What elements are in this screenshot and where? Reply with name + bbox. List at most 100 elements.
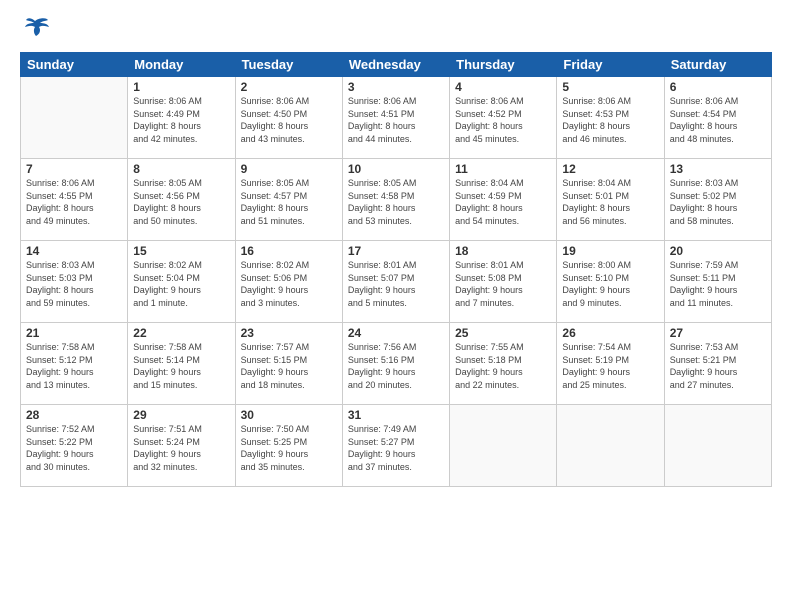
calendar-cell: 8Sunrise: 8:05 AM Sunset: 4:56 PM Daylig… — [128, 159, 235, 241]
day-number: 16 — [241, 244, 337, 258]
weekday-header: Wednesday — [342, 53, 449, 77]
calendar-cell: 7Sunrise: 8:06 AM Sunset: 4:55 PM Daylig… — [21, 159, 128, 241]
day-info: Sunrise: 8:02 AM Sunset: 5:04 PM Dayligh… — [133, 259, 229, 309]
day-info: Sunrise: 7:58 AM Sunset: 5:12 PM Dayligh… — [26, 341, 122, 391]
day-info: Sunrise: 8:04 AM Sunset: 4:59 PM Dayligh… — [455, 177, 551, 227]
day-number: 25 — [455, 326, 551, 340]
day-info: Sunrise: 8:05 AM Sunset: 4:58 PM Dayligh… — [348, 177, 444, 227]
day-info: Sunrise: 8:06 AM Sunset: 4:49 PM Dayligh… — [133, 95, 229, 145]
calendar-cell — [450, 405, 557, 487]
day-info: Sunrise: 8:06 AM Sunset: 4:51 PM Dayligh… — [348, 95, 444, 145]
calendar-cell — [557, 405, 664, 487]
day-number: 4 — [455, 80, 551, 94]
calendar-cell: 26Sunrise: 7:54 AM Sunset: 5:19 PM Dayli… — [557, 323, 664, 405]
day-info: Sunrise: 8:05 AM Sunset: 4:57 PM Dayligh… — [241, 177, 337, 227]
day-info: Sunrise: 8:01 AM Sunset: 5:08 PM Dayligh… — [455, 259, 551, 309]
day-number: 28 — [26, 408, 122, 422]
logo-icon — [20, 16, 50, 44]
day-info: Sunrise: 8:00 AM Sunset: 5:10 PM Dayligh… — [562, 259, 658, 309]
day-number: 10 — [348, 162, 444, 176]
day-number: 26 — [562, 326, 658, 340]
calendar-cell: 2Sunrise: 8:06 AM Sunset: 4:50 PM Daylig… — [235, 77, 342, 159]
day-info: Sunrise: 7:49 AM Sunset: 5:27 PM Dayligh… — [348, 423, 444, 473]
calendar-cell: 29Sunrise: 7:51 AM Sunset: 5:24 PM Dayli… — [128, 405, 235, 487]
day-number: 1 — [133, 80, 229, 94]
calendar-cell: 22Sunrise: 7:58 AM Sunset: 5:14 PM Dayli… — [128, 323, 235, 405]
calendar-cell: 24Sunrise: 7:56 AM Sunset: 5:16 PM Dayli… — [342, 323, 449, 405]
day-number: 8 — [133, 162, 229, 176]
calendar-cell: 21Sunrise: 7:58 AM Sunset: 5:12 PM Dayli… — [21, 323, 128, 405]
calendar-cell: 13Sunrise: 8:03 AM Sunset: 5:02 PM Dayli… — [664, 159, 771, 241]
calendar-cell: 16Sunrise: 8:02 AM Sunset: 5:06 PM Dayli… — [235, 241, 342, 323]
day-info: Sunrise: 8:06 AM Sunset: 4:53 PM Dayligh… — [562, 95, 658, 145]
calendar-cell: 27Sunrise: 7:53 AM Sunset: 5:21 PM Dayli… — [664, 323, 771, 405]
day-number: 7 — [26, 162, 122, 176]
day-number: 20 — [670, 244, 766, 258]
day-info: Sunrise: 7:56 AM Sunset: 5:16 PM Dayligh… — [348, 341, 444, 391]
calendar-cell: 30Sunrise: 7:50 AM Sunset: 5:25 PM Dayli… — [235, 405, 342, 487]
day-info: Sunrise: 8:03 AM Sunset: 5:03 PM Dayligh… — [26, 259, 122, 309]
weekday-header: Sunday — [21, 53, 128, 77]
weekday-header: Thursday — [450, 53, 557, 77]
calendar-cell: 12Sunrise: 8:04 AM Sunset: 5:01 PM Dayli… — [557, 159, 664, 241]
day-number: 2 — [241, 80, 337, 94]
day-number: 19 — [562, 244, 658, 258]
day-info: Sunrise: 8:06 AM Sunset: 4:55 PM Dayligh… — [26, 177, 122, 227]
calendar-cell: 25Sunrise: 7:55 AM Sunset: 5:18 PM Dayli… — [450, 323, 557, 405]
day-number: 24 — [348, 326, 444, 340]
calendar-cell: 14Sunrise: 8:03 AM Sunset: 5:03 PM Dayli… — [21, 241, 128, 323]
day-info: Sunrise: 7:52 AM Sunset: 5:22 PM Dayligh… — [26, 423, 122, 473]
calendar-cell: 4Sunrise: 8:06 AM Sunset: 4:52 PM Daylig… — [450, 77, 557, 159]
day-number: 6 — [670, 80, 766, 94]
day-number: 22 — [133, 326, 229, 340]
day-info: Sunrise: 7:58 AM Sunset: 5:14 PM Dayligh… — [133, 341, 229, 391]
weekday-header: Friday — [557, 53, 664, 77]
day-info: Sunrise: 8:06 AM Sunset: 4:50 PM Dayligh… — [241, 95, 337, 145]
day-info: Sunrise: 7:51 AM Sunset: 5:24 PM Dayligh… — [133, 423, 229, 473]
calendar-cell: 10Sunrise: 8:05 AM Sunset: 4:58 PM Dayli… — [342, 159, 449, 241]
day-number: 17 — [348, 244, 444, 258]
calendar-cell — [21, 77, 128, 159]
weekday-header: Saturday — [664, 53, 771, 77]
calendar-cell: 11Sunrise: 8:04 AM Sunset: 4:59 PM Dayli… — [450, 159, 557, 241]
calendar-cell: 28Sunrise: 7:52 AM Sunset: 5:22 PM Dayli… — [21, 405, 128, 487]
weekday-header: Tuesday — [235, 53, 342, 77]
day-number: 11 — [455, 162, 551, 176]
day-number: 13 — [670, 162, 766, 176]
day-info: Sunrise: 7:57 AM Sunset: 5:15 PM Dayligh… — [241, 341, 337, 391]
day-number: 3 — [348, 80, 444, 94]
day-info: Sunrise: 8:03 AM Sunset: 5:02 PM Dayligh… — [670, 177, 766, 227]
day-number: 29 — [133, 408, 229, 422]
day-number: 14 — [26, 244, 122, 258]
day-info: Sunrise: 8:06 AM Sunset: 4:52 PM Dayligh… — [455, 95, 551, 145]
calendar-cell: 5Sunrise: 8:06 AM Sunset: 4:53 PM Daylig… — [557, 77, 664, 159]
calendar-cell: 15Sunrise: 8:02 AM Sunset: 5:04 PM Dayli… — [128, 241, 235, 323]
day-number: 31 — [348, 408, 444, 422]
day-info: Sunrise: 7:50 AM Sunset: 5:25 PM Dayligh… — [241, 423, 337, 473]
day-info: Sunrise: 7:55 AM Sunset: 5:18 PM Dayligh… — [455, 341, 551, 391]
calendar-cell: 19Sunrise: 8:00 AM Sunset: 5:10 PM Dayli… — [557, 241, 664, 323]
calendar-cell: 6Sunrise: 8:06 AM Sunset: 4:54 PM Daylig… — [664, 77, 771, 159]
day-number: 30 — [241, 408, 337, 422]
day-info: Sunrise: 7:54 AM Sunset: 5:19 PM Dayligh… — [562, 341, 658, 391]
calendar-cell: 31Sunrise: 7:49 AM Sunset: 5:27 PM Dayli… — [342, 405, 449, 487]
weekday-header: Monday — [128, 53, 235, 77]
calendar-cell: 23Sunrise: 7:57 AM Sunset: 5:15 PM Dayli… — [235, 323, 342, 405]
day-info: Sunrise: 8:06 AM Sunset: 4:54 PM Dayligh… — [670, 95, 766, 145]
day-number: 12 — [562, 162, 658, 176]
day-number: 18 — [455, 244, 551, 258]
day-info: Sunrise: 7:59 AM Sunset: 5:11 PM Dayligh… — [670, 259, 766, 309]
calendar-cell: 20Sunrise: 7:59 AM Sunset: 5:11 PM Dayli… — [664, 241, 771, 323]
day-number: 21 — [26, 326, 122, 340]
calendar-cell: 9Sunrise: 8:05 AM Sunset: 4:57 PM Daylig… — [235, 159, 342, 241]
calendar-cell: 17Sunrise: 8:01 AM Sunset: 5:07 PM Dayli… — [342, 241, 449, 323]
calendar-cell: 3Sunrise: 8:06 AM Sunset: 4:51 PM Daylig… — [342, 77, 449, 159]
day-info: Sunrise: 7:53 AM Sunset: 5:21 PM Dayligh… — [670, 341, 766, 391]
day-number: 15 — [133, 244, 229, 258]
calendar-table: SundayMondayTuesdayWednesdayThursdayFrid… — [20, 52, 772, 487]
day-info: Sunrise: 8:05 AM Sunset: 4:56 PM Dayligh… — [133, 177, 229, 227]
day-info: Sunrise: 8:04 AM Sunset: 5:01 PM Dayligh… — [562, 177, 658, 227]
day-number: 5 — [562, 80, 658, 94]
day-info: Sunrise: 8:01 AM Sunset: 5:07 PM Dayligh… — [348, 259, 444, 309]
day-number: 9 — [241, 162, 337, 176]
